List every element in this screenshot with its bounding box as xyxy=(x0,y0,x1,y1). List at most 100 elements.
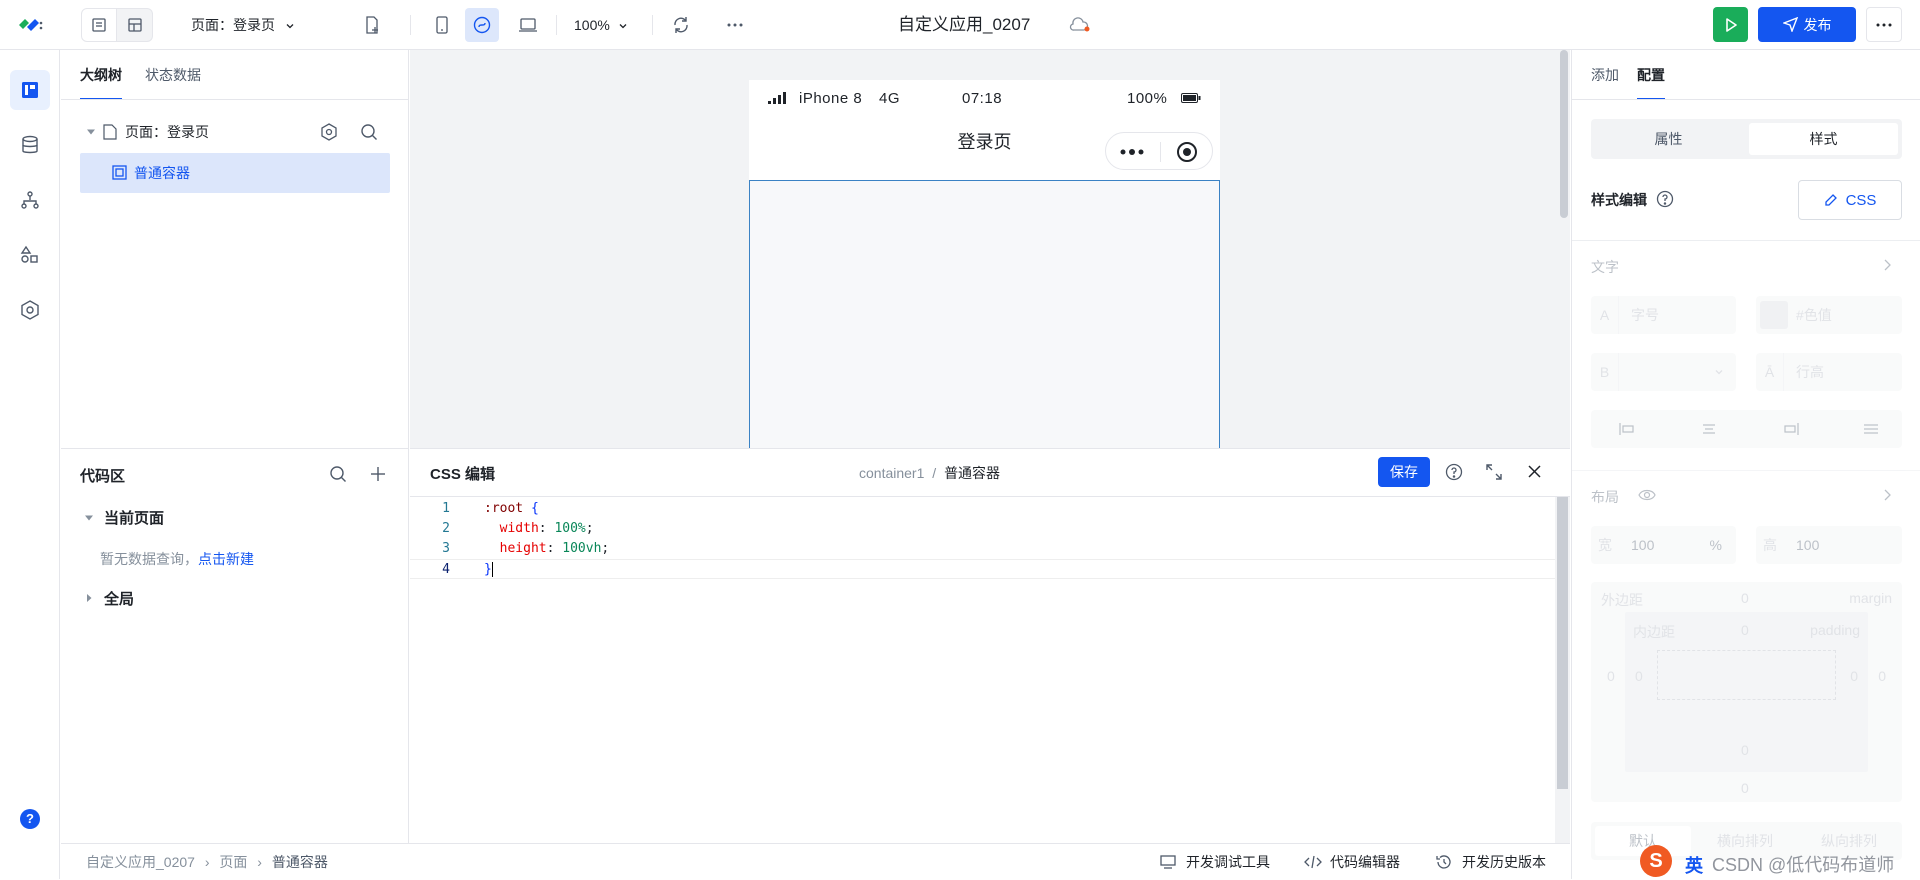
debug-tool-button[interactable]: 开发调试工具 xyxy=(1160,844,1270,880)
caret-down-icon[interactable] xyxy=(84,513,94,523)
editor-breadcrumb: container1 / 普通容器 xyxy=(859,463,1000,483)
margin-en-label: margin xyxy=(1849,590,1892,606)
chevron-right-icon[interactable] xyxy=(1882,488,1892,502)
color-field[interactable]: #色值 xyxy=(1756,296,1902,334)
mobile-device-icon[interactable] xyxy=(425,8,459,42)
current-page-group[interactable]: 当前页面 xyxy=(104,507,164,528)
more-icon[interactable] xyxy=(722,12,748,38)
breadcrumb-item[interactable]: 普通容器 xyxy=(272,854,328,870)
add-page-icon[interactable] xyxy=(360,13,384,37)
left-rail: ? xyxy=(0,50,60,879)
save-button[interactable]: 保存 xyxy=(1378,457,1430,487)
line-height-icon: Ā xyxy=(1756,353,1784,391)
ime-logo-icon[interactable]: S xyxy=(1640,845,1672,877)
tab-config[interactable]: 配置 xyxy=(1637,50,1665,100)
run-button[interactable] xyxy=(1713,7,1748,42)
margin-left-value[interactable]: 0 xyxy=(1607,668,1615,684)
logic-flow-icon[interactable] xyxy=(10,180,50,220)
outline-nav-icon[interactable] xyxy=(10,70,50,110)
page-settings-icon[interactable] xyxy=(320,123,338,141)
code-editor-button[interactable]: 代码编辑器 xyxy=(1304,844,1400,880)
search-icon[interactable] xyxy=(360,123,378,141)
help-circle-icon[interactable] xyxy=(1656,190,1674,208)
margin-top-value[interactable]: 0 xyxy=(1741,590,1749,606)
tab-state-data[interactable]: 状态数据 xyxy=(145,50,201,100)
add-icon[interactable] xyxy=(370,466,386,482)
help-circle-icon[interactable] xyxy=(1445,463,1463,481)
outline-panel: 大纲树 状态数据 页面：登录页 普通容器 xyxy=(61,50,409,448)
editor-scrollbar[interactable] xyxy=(1555,497,1570,844)
tree-node-container[interactable]: 普通容器 xyxy=(80,153,390,193)
code-editor[interactable]: 1 :root { 2 width: 100%; 3 height: 100vh… xyxy=(410,497,1555,844)
font-size-field[interactable]: A 字号 xyxy=(1591,296,1736,334)
global-group[interactable]: 全局 xyxy=(104,588,134,609)
page-selector[interactable]: 页面：登录页 xyxy=(191,0,295,50)
height-field[interactable]: 高 100 xyxy=(1756,526,1902,564)
tree-node-page[interactable]: 页面：登录页 xyxy=(80,116,390,148)
chevron-right-icon: › xyxy=(204,854,210,870)
layout-view-icon[interactable] xyxy=(117,8,153,42)
margin-bottom-value[interactable]: 0 xyxy=(1741,780,1749,796)
segment-style[interactable]: 样式 xyxy=(1749,123,1898,155)
line-height-field[interactable]: Ā 行高 xyxy=(1756,353,1902,391)
padding-label: 内边距 xyxy=(1633,624,1675,640)
close-icon[interactable] xyxy=(1528,465,1541,478)
eye-icon[interactable] xyxy=(1638,489,1656,501)
segment-properties[interactable]: 属性 xyxy=(1591,119,1746,159)
margin-right-value[interactable]: 0 xyxy=(1878,668,1886,684)
align-left-icon[interactable] xyxy=(1619,423,1635,435)
align-right-icon[interactable] xyxy=(1783,423,1799,435)
cloud-sync-icon[interactable] xyxy=(1069,16,1091,34)
top-toolbar: 页面：登录页 100% 自定义应用_0207 发布 xyxy=(0,0,1920,50)
chevron-right-icon[interactable] xyxy=(1882,258,1892,272)
selected-container-preview[interactable] xyxy=(749,180,1220,448)
miniprogram-device-icon[interactable] xyxy=(465,8,499,42)
width-unit[interactable]: % xyxy=(1710,526,1722,564)
css-edit-button[interactable]: CSS xyxy=(1798,180,1902,220)
search-icon[interactable] xyxy=(329,465,347,483)
color-swatch[interactable] xyxy=(1760,301,1788,329)
create-query-link[interactable]: 点击新建 xyxy=(198,551,254,567)
help-icon[interactable]: ? xyxy=(20,809,40,829)
outline-view-icon[interactable] xyxy=(81,8,117,42)
zoom-selector[interactable]: 100% xyxy=(574,0,628,50)
padding-top-value[interactable]: 0 xyxy=(1741,622,1749,638)
chevron-down-icon xyxy=(618,21,628,31)
refresh-icon[interactable] xyxy=(668,12,694,38)
capsule-close-icon[interactable] xyxy=(1176,141,1198,163)
font-weight-select[interactable]: B xyxy=(1591,353,1736,391)
segment-control: 属性 样式 xyxy=(1591,119,1902,159)
app-logo[interactable] xyxy=(17,15,43,35)
padding-left-value[interactable]: 0 xyxy=(1635,668,1643,684)
breadcrumb-item[interactable]: 自定义应用_0207 xyxy=(86,854,195,870)
code-text: width: 100%; xyxy=(499,521,594,536)
components-icon[interactable] xyxy=(10,235,50,275)
tab-add[interactable]: 添加 xyxy=(1591,50,1619,100)
desktop-device-icon[interactable] xyxy=(511,8,545,42)
publish-label: 发布 xyxy=(1803,16,1832,33)
align-center-icon[interactable] xyxy=(1701,423,1717,435)
caret-right-icon[interactable] xyxy=(84,593,94,603)
width-field[interactable]: 宽 100 % xyxy=(1591,526,1736,564)
ime-language[interactable]: 英 xyxy=(1685,852,1703,878)
database-icon[interactable] xyxy=(10,125,50,165)
caret-down-icon[interactable] xyxy=(86,127,96,137)
tab-outline-tree[interactable]: 大纲树 xyxy=(80,50,122,100)
settings-hex-icon[interactable] xyxy=(10,290,50,330)
breadcrumb: 自定义应用_0207 › 页面 › 普通容器 xyxy=(86,852,328,872)
history-button[interactable]: 开发历史版本 xyxy=(1436,844,1546,880)
signal-icon xyxy=(768,92,786,104)
capsule-menu[interactable] xyxy=(1105,132,1213,170)
align-justify-icon[interactable] xyxy=(1863,423,1879,435)
canvas-scrollbar[interactable] xyxy=(1560,50,1568,218)
more-actions-button[interactable] xyxy=(1866,7,1902,42)
line-number: 4 xyxy=(442,562,450,577)
expand-icon[interactable] xyxy=(1486,464,1502,480)
box-model-editor: 外边距 0 margin 0 0 0 内边距 0 padding 0 0 0 xyxy=(1591,582,1902,802)
padding-bottom-value[interactable]: 0 xyxy=(1741,742,1749,758)
publish-button[interactable]: 发布 xyxy=(1758,7,1856,42)
capsule-more-icon[interactable] xyxy=(1120,149,1144,155)
editor-scroll-thumb[interactable] xyxy=(1557,497,1568,789)
breadcrumb-item[interactable]: 页面 xyxy=(219,854,247,870)
padding-right-value[interactable]: 0 xyxy=(1850,668,1858,684)
